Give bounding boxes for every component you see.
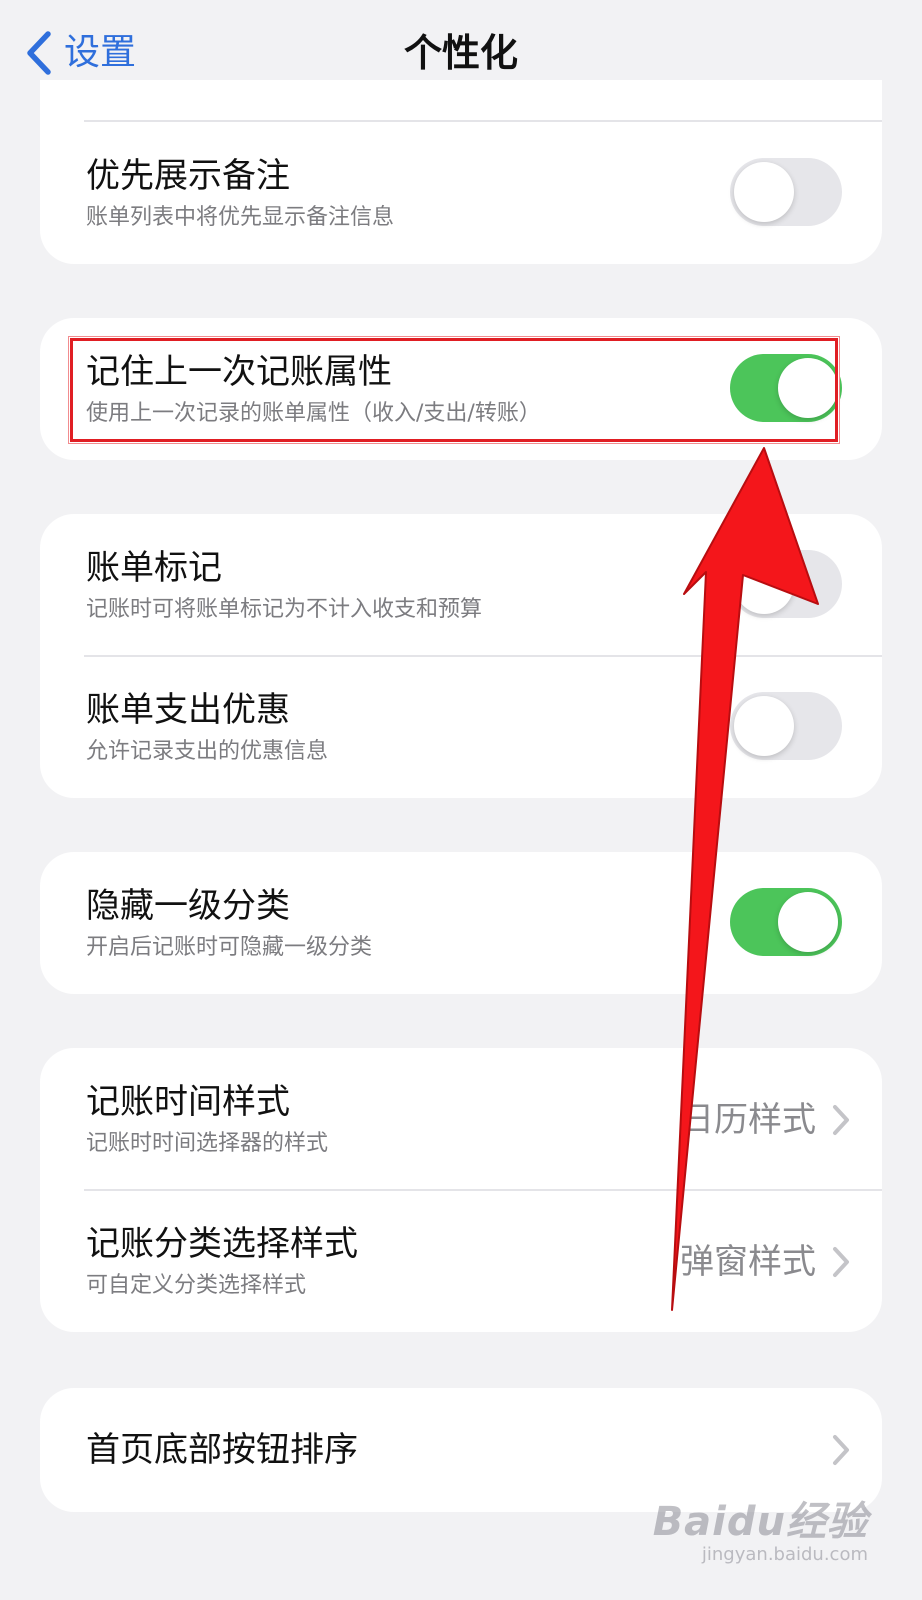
toggle-knob bbox=[734, 696, 794, 756]
setting-row-expense-discount: 账单支出优惠 允许记录支出的优惠信息 bbox=[40, 656, 882, 798]
setting-row-bill-mark: 账单标记 记账时可将账单标记为不计入收支和预算 bbox=[40, 514, 882, 656]
setting-subtitle: 使用上一次记录的账单属性（收入/支出/转账） bbox=[86, 401, 541, 426]
setting-title: 首页底部按钮排序 bbox=[86, 1430, 358, 1470]
setting-title: 记账分类选择样式 bbox=[86, 1224, 358, 1264]
settings-card-remember: 记住上一次记账属性 使用上一次记录的账单属性（收入/支出/转账） bbox=[40, 318, 882, 460]
setting-subtitle: 可自定义分类选择样式 bbox=[86, 1273, 307, 1298]
setting-row-time-style[interactable]: 记账时间样式 记账时时间选择器的样式 日历样式 bbox=[40, 1048, 882, 1190]
settings-card-style: 记账时间样式 记账时时间选择器的样式 日历样式 记账分类选择样式 可自定义分类选… bbox=[40, 1048, 882, 1332]
chevron-right-icon bbox=[832, 1246, 850, 1278]
settings-card-category: 隐藏一级分类 开启后记账时可隐藏一级分类 bbox=[40, 852, 882, 994]
chevron-right-icon bbox=[832, 1434, 850, 1466]
page-title: 个性化 bbox=[403, 31, 518, 75]
setting-subtitle: 允许记录支出的优惠信息 bbox=[86, 739, 329, 764]
category-style-selector[interactable]: 弹窗样式 bbox=[680, 1240, 850, 1284]
toggle-knob bbox=[778, 358, 838, 418]
setting-value: 弹窗样式 bbox=[680, 1242, 816, 1282]
chevron-right-icon bbox=[832, 1104, 850, 1136]
toggle-knob bbox=[734, 554, 794, 614]
hide-level1-toggle[interactable] bbox=[730, 888, 842, 956]
remember-last-toggle[interactable] bbox=[730, 354, 842, 422]
setting-row-home-buttons[interactable]: 首页底部按钮排序 bbox=[40, 1388, 882, 1512]
setting-row-category-style[interactable]: 记账分类选择样式 可自定义分类选择样式 弹窗样式 bbox=[40, 1190, 882, 1332]
setting-title: 账单支出优惠 bbox=[86, 690, 290, 730]
settings-card-display: 优先展示备注 账单列表中将优先显示备注信息 bbox=[40, 80, 882, 264]
setting-title: 记账时间样式 bbox=[86, 1082, 290, 1122]
expense-discount-toggle[interactable] bbox=[730, 692, 842, 760]
settings-card-home: 首页底部按钮排序 bbox=[40, 1388, 882, 1512]
setting-subtitle: 记账时时间选择器的样式 bbox=[86, 1131, 329, 1156]
toggle-knob bbox=[734, 162, 794, 222]
setting-subtitle: 开启后记账时可隐藏一级分类 bbox=[86, 935, 373, 960]
home-buttons-link[interactable] bbox=[832, 1428, 850, 1472]
setting-row-remember-last: 记住上一次记账属性 使用上一次记录的账单属性（收入/支出/转账） bbox=[40, 318, 882, 460]
setting-value: 日历样式 bbox=[680, 1100, 816, 1140]
priority-note-toggle[interactable] bbox=[730, 158, 842, 226]
setting-title: 记住上一次记账属性 bbox=[86, 352, 392, 392]
setting-subtitle: 记账时可将账单标记为不计入收支和预算 bbox=[86, 597, 483, 622]
setting-title: 隐藏一级分类 bbox=[86, 886, 290, 926]
setting-row-hide-level1: 隐藏一级分类 开启后记账时可隐藏一级分类 bbox=[40, 852, 882, 994]
watermark-url: jingyan.baidu.com bbox=[701, 1544, 868, 1565]
time-style-selector[interactable]: 日历样式 bbox=[680, 1098, 850, 1142]
toggle-knob bbox=[778, 892, 838, 952]
setting-title: 账单标记 bbox=[86, 548, 222, 588]
setting-subtitle: 账单列表中将优先显示备注信息 bbox=[86, 205, 395, 230]
bill-mark-toggle[interactable] bbox=[730, 550, 842, 618]
setting-row-priority-note: 优先展示备注 账单列表中将优先显示备注信息 bbox=[40, 122, 882, 264]
setting-title: 优先展示备注 bbox=[86, 156, 290, 196]
settings-card-bill: 账单标记 记账时可将账单标记为不计入收支和预算 账单支出优惠 允许记录支出的优惠… bbox=[40, 514, 882, 798]
